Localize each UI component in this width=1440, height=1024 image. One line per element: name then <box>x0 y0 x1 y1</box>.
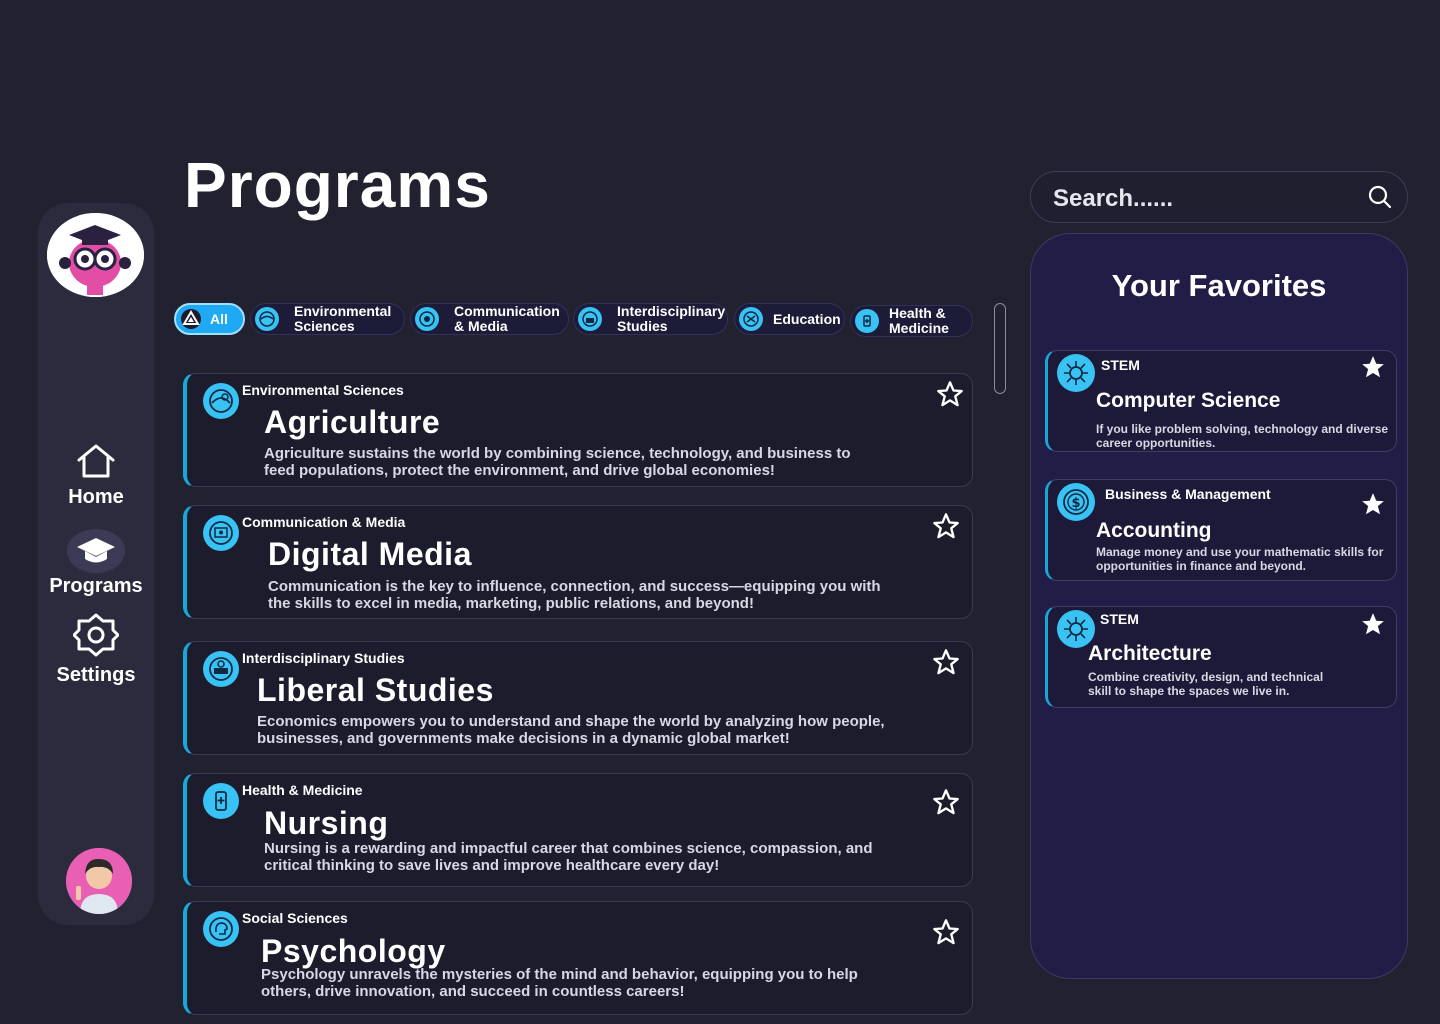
program-title: Psychology <box>261 933 446 969</box>
user-avatar[interactable] <box>66 848 132 914</box>
star-outline-icon[interactable] <box>932 512 960 540</box>
program-description: Communication is the key to influence, c… <box>268 578 881 612</box>
star-outline-icon[interactable] <box>936 380 964 408</box>
program-category: Communication & Media <box>242 514 406 530</box>
program-title: Digital Media <box>268 536 472 572</box>
star-outline-icon[interactable] <box>932 788 960 816</box>
program-card[interactable]: Interdisciplinary Studies Liberal Studie… <box>183 641 973 755</box>
program-card[interactable]: Social Sciences Psychology Psychology un… <box>183 901 973 1015</box>
program-description: Nursing is a rewarding and impactful car… <box>264 840 873 874</box>
environment-icon <box>203 383 239 419</box>
program-description: Agriculture sustains the world by combin… <box>264 445 851 479</box>
favorite-description: Manage money and use your mathematic ski… <box>1096 545 1384 573</box>
filter-chip-interdisciplinary-studies[interactable]: Interdisciplinary Studies <box>573 303 728 335</box>
stem-icon <box>1057 354 1095 392</box>
filter-chip-label: Interdisciplinary Studies <box>617 303 726 334</box>
favorite-card[interactable]: STEM Computer Science If you like proble… <box>1045 350 1397 452</box>
nav-settings-label: Settings <box>56 664 136 686</box>
filter-chip-all[interactable]: All <box>174 303 245 335</box>
program-card[interactable]: Environmental Sciences Agriculture Agric… <box>183 373 973 487</box>
favorite-description: If you like problem solving, technology … <box>1096 422 1389 450</box>
program-category: Interdisciplinary Studies <box>242 650 405 666</box>
favorites-title: Your Favorites <box>1111 268 1327 303</box>
interdisciplinary-icon <box>578 307 602 331</box>
program-card[interactable]: Communication & Media Digital Media Comm… <box>183 505 973 619</box>
search-input[interactable] <box>1051 182 1355 216</box>
svg-text:$: $ <box>1071 496 1080 511</box>
program-description: Psychology unravels the mysteries of the… <box>261 966 858 1000</box>
program-title: Liberal Studies <box>257 672 494 708</box>
star-outline-icon[interactable] <box>932 648 960 676</box>
page-title: Programs <box>184 149 491 221</box>
favorite-category: Business & Management <box>1105 486 1271 502</box>
health-icon <box>203 783 239 819</box>
program-description: Economics empowers you to understand and… <box>257 713 885 747</box>
favorite-title: Architecture <box>1088 642 1212 665</box>
nav-programs[interactable]: Programs <box>38 529 154 598</box>
sidebar: Home Programs Settings <box>38 203 154 925</box>
filter-chip-health-medicine[interactable]: Health & Medicine <box>850 305 973 337</box>
star-filled-icon[interactable] <box>1360 491 1386 517</box>
program-card[interactable]: Health & Medicine Nursing Nursing is a r… <box>183 773 973 887</box>
dollar-icon: $ <box>1057 483 1095 521</box>
program-category: Health & Medicine <box>242 782 363 798</box>
graduation-cap-icon <box>67 529 125 573</box>
filter-chip-label: Health & Medicine <box>889 305 949 336</box>
favorite-card[interactable]: STEM Architecture Combine creativity, de… <box>1045 606 1397 708</box>
program-title: Agriculture <box>264 404 441 440</box>
favorite-category: STEM <box>1101 357 1140 373</box>
psychology-icon <box>203 911 239 947</box>
favorite-category: STEM <box>1100 611 1139 627</box>
search-bar <box>1030 171 1408 223</box>
filter-chip-communication-media[interactable]: Communication & Media <box>410 303 569 335</box>
filter-chip-education[interactable]: Education <box>734 303 845 335</box>
filter-chip-label: Environmental Sciences <box>294 303 392 334</box>
home-icon <box>77 444 115 478</box>
favorite-card[interactable]: $ Business & Management Accounting Manag… <box>1045 479 1397 581</box>
nav-programs-label: Programs <box>49 575 143 597</box>
media-icon <box>415 307 439 331</box>
filter-bar: All Environmental Sciences Communication… <box>174 303 974 337</box>
favorite-description: Combine creativity, design, and technica… <box>1088 670 1324 698</box>
star-filled-icon[interactable] <box>1360 354 1386 380</box>
environment-icon <box>255 307 279 331</box>
star-outline-icon[interactable] <box>932 918 960 946</box>
search-icon[interactable] <box>1367 184 1393 210</box>
all-icon <box>181 309 201 329</box>
nav-settings[interactable]: Settings <box>38 613 154 687</box>
filter-chip-label: All <box>210 310 228 327</box>
program-category: Social Sciences <box>242 910 348 926</box>
filter-chip-environmental-sciences[interactable]: Environmental Sciences <box>250 303 405 335</box>
star-filled-icon[interactable] <box>1360 611 1386 637</box>
nav-home[interactable]: Home <box>38 443 154 509</box>
filter-chip-label: Education <box>773 310 841 327</box>
program-title: Nursing <box>264 805 389 841</box>
app-logo[interactable] <box>47 213 144 297</box>
gear-icon <box>72 613 120 657</box>
filter-scrollbar[interactable] <box>994 303 1006 394</box>
favorites-panel: Your Favorites STEM Computer Science If … <box>1030 233 1408 979</box>
health-icon <box>855 309 879 333</box>
media-icon <box>203 515 239 551</box>
filter-chip-label: Communication & Media <box>454 303 560 334</box>
interdisciplinary-icon <box>203 651 239 687</box>
education-icon <box>739 307 763 331</box>
favorite-title: Computer Science <box>1096 389 1281 412</box>
program-category: Environmental Sciences <box>242 382 404 398</box>
nav-home-label: Home <box>68 486 124 508</box>
favorite-title: Accounting <box>1096 519 1212 542</box>
